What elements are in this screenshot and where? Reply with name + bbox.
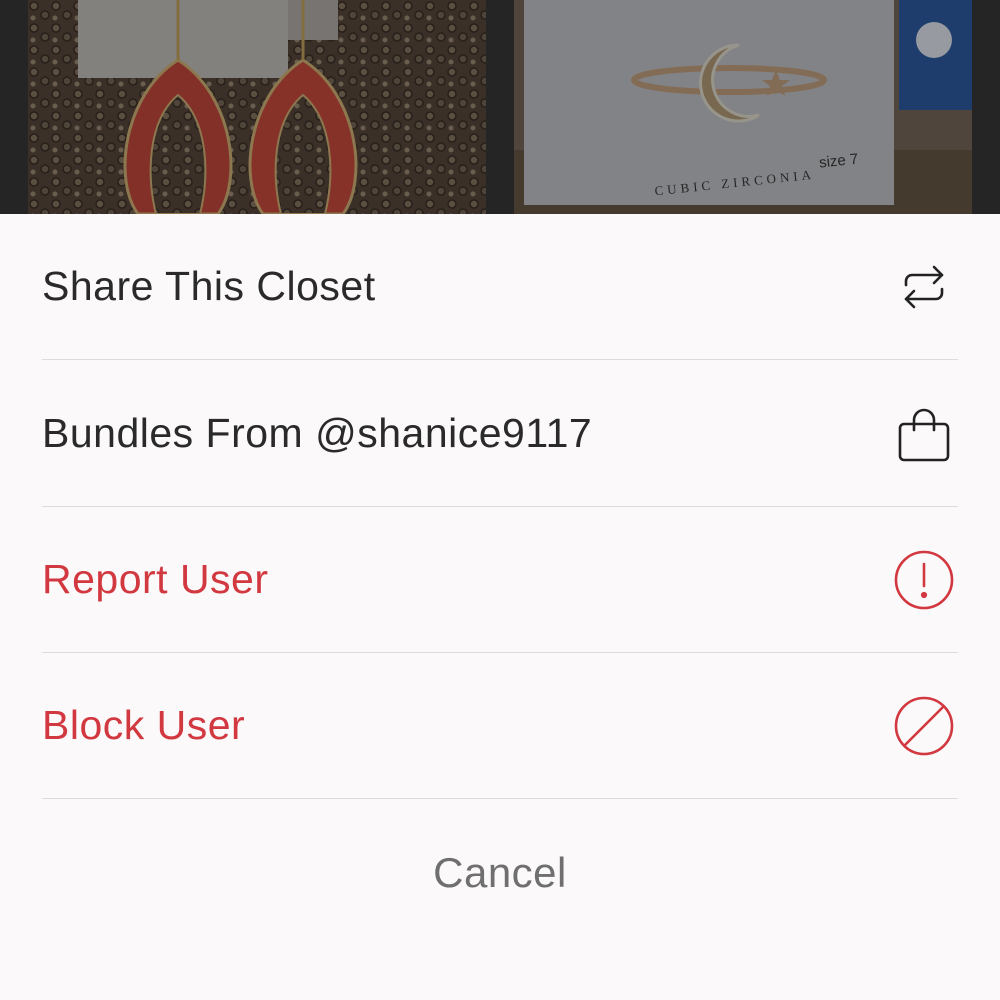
action-sheet: Share This Closet Bundles From @shanice9… — [0, 214, 1000, 1000]
report-user-label: Report User — [42, 556, 269, 602]
bundles-option[interactable]: Bundles From @shanice9117 — [42, 361, 958, 507]
share-repeat-icon — [892, 255, 956, 319]
exclamation-circle-icon — [892, 548, 956, 612]
cancel-button[interactable]: Cancel — [0, 800, 1000, 946]
screen: CUBIC ZIRCONIA size 7 Share This Closet … — [0, 0, 1000, 1000]
block-user-option[interactable]: Block User — [42, 653, 958, 799]
share-closet-label: Share This Closet — [42, 263, 376, 309]
block-circle-icon — [892, 694, 956, 758]
overlay-dim[interactable] — [0, 0, 1000, 214]
report-user-option[interactable]: Report User — [42, 507, 958, 653]
share-closet-option[interactable]: Share This Closet — [42, 214, 958, 360]
block-user-label: Block User — [42, 702, 246, 748]
bundles-label: Bundles From @shanice9117 — [42, 410, 593, 456]
closet-photo-grid: CUBIC ZIRCONIA size 7 — [0, 0, 1000, 214]
shopping-bag-icon — [892, 402, 956, 466]
